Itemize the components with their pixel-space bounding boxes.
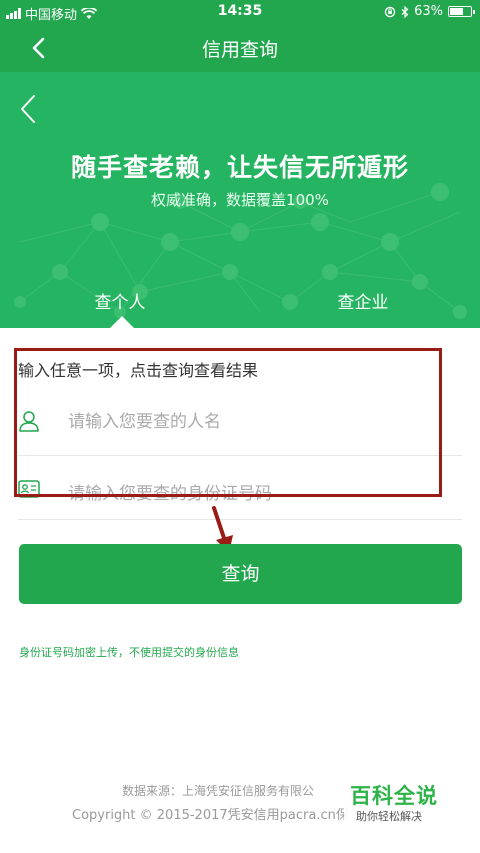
query-button[interactable]: 查询 [19, 544, 462, 604]
bluetooth-icon [401, 5, 409, 18]
banner-title: 随手查老赖，让失信无所遁形 [70, 153, 409, 182]
search-type-tabs: 查个人 查企业 [0, 288, 480, 328]
data-source-text: 数据来源：上海凭安征信服务有限公 [122, 784, 315, 798]
watermark-subtitle: 助你轻松解决 [356, 810, 422, 823]
rotation-lock-icon [384, 6, 396, 17]
hero-banner: 随手查老赖，让失信无所遁形 权威准确，数据覆盖100% 查个人 查企业 [0, 72, 480, 328]
status-bar: 中国移动 14:35 63% [0, 0, 480, 24]
highlight-box [14, 348, 442, 497]
privacy-notice: 身份证号码加密上传，不使用提交的身份信息 [19, 646, 239, 659]
chevron-left-icon[interactable] [14, 92, 42, 126]
tab-search-person[interactable]: 查个人 [0, 288, 240, 313]
banner-subtitle: 权威准确，数据覆盖100% [151, 191, 329, 209]
copyright-text: Copyright © 2015-2017凭安信用pacra.cn保 [72, 808, 349, 823]
status-right: 63% [384, 4, 475, 19]
watermark-logo: 百科全说 助你轻松解决 [344, 778, 464, 828]
watermark-title: 百科全说 [350, 784, 438, 808]
battery-icon [448, 6, 475, 17]
tab-search-company[interactable]: 查企业 [243, 288, 480, 313]
page-title: 信用查询 [201, 39, 278, 61]
selected-tab-indicator [110, 316, 134, 328]
nav-bar: 信用查询 [0, 24, 480, 72]
battery-percent: 63% [414, 4, 443, 19]
